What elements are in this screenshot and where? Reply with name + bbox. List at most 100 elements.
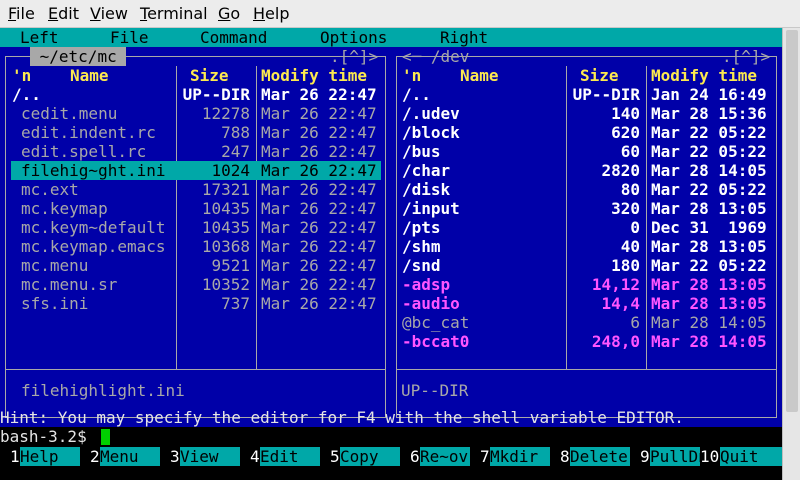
hint-line: Hint: You may specify the editor for F4 … [0, 408, 684, 427]
left-row[interactable]: edit.indent.rc 788 Mar 26 22:47 [0, 123, 390, 142]
right-panel-path[interactable]: <─ /dev [402, 47, 479, 66]
right-row[interactable]: -adsp 14,12 Mar 28 13:05 [390, 275, 780, 294]
left-row[interactable]: mc.menu.sr 10352 Mar 26 22:47 [0, 275, 390, 294]
left-row[interactable]: edit.spell.rc 247 Mar 26 22:47 [0, 142, 390, 161]
right-sort-indicator[interactable]: 'n [402, 66, 421, 85]
scrollbar-thumb[interactable] [786, 30, 798, 412]
left-row[interactable]: /.. UP--DIR Mar 26 22:47 [0, 85, 390, 104]
left-file-mtime: Mar 26 22:47 [261, 294, 377, 313]
mc-menu-right[interactable]: Right [440, 28, 488, 47]
right-row[interactable]: @bc_cat 6 Mar 28 14:05 [390, 313, 780, 332]
right-row[interactable]: /.. UP--DIR Jan 24 16:49 [390, 85, 780, 104]
menu-file[interactable]: File [8, 4, 35, 23]
right-panel[interactable]: <─ /dev .[^]> 'n Name Size Modify time /… [390, 47, 782, 427]
left-row[interactable]: mc.menu 9521 Mar 26 22:47 [0, 256, 390, 275]
left-row[interactable]: mc.keymap 10435 Mar 26 22:47 [0, 199, 390, 218]
left-file-size: 9521 [211, 256, 250, 275]
left-row[interactable]: mc.ext 17321 Mar 26 22:47 [0, 180, 390, 199]
right-file-size: 40 [620, 237, 640, 256]
left-row[interactable]: mc.keym~default 10435 Mar 26 22:47 [0, 218, 390, 237]
fkey-number: 3 [160, 447, 181, 466]
mc-menu-left[interactable]: Left [20, 28, 59, 47]
right-row[interactable]: /disk 80 Mar 22 05:22 [390, 180, 780, 199]
right-row[interactable]: /shm 40 Mar 28 13:05 [390, 237, 780, 256]
left-file-mtime: Mar 26 22:47 [261, 199, 377, 218]
left-file-mtime: Mar 26 22:47 [261, 85, 377, 104]
menu-go[interactable]: Go [218, 4, 240, 23]
right-row[interactable]: /block 620 Mar 22 05:22 [390, 123, 780, 142]
fkey-number: 6 [400, 447, 421, 466]
right-file-name: /bus [402, 142, 441, 161]
terminal-scrollbar[interactable] [782, 28, 800, 480]
left-file-name: /.. [12, 85, 41, 104]
left-header-mtime[interactable]: Modify time [261, 66, 367, 85]
right-file-mtime: Mar 28 13:05 [651, 237, 767, 256]
right-file-mtime: Mar 28 13:05 [651, 294, 767, 313]
right-file-mtime: Mar 22 05:22 [651, 123, 767, 142]
left-panel[interactable]: ~/etc/mc .[^]> 'n Name Size Modify time … [0, 47, 390, 427]
right-row[interactable]: /snd 180 Mar 22 05:22 [390, 256, 780, 275]
menubar: File Edit View Terminal Go Help [0, 0, 800, 28]
function-key-bar: 1 Help 2 Menu 3 View 4 Edit 5 Copy 6 Re~ov 7 Mkdir 8 De… [0, 447, 800, 466]
right-file-mtime: Mar 28 13:05 [651, 199, 767, 218]
right-file-size: 80 [620, 180, 640, 199]
mc-menu-command[interactable]: Command [200, 28, 267, 47]
left-panel-corner[interactable]: .[^]> [330, 47, 378, 66]
left-file-name: edit.indent.rc [21, 123, 156, 142]
menu-help[interactable]: Help [253, 4, 289, 23]
right-row[interactable]: /.udev 140 Mar 28 15:36 [390, 104, 780, 123]
left-file-name: filehig~ght.ini [21, 161, 166, 180]
menu-edit[interactable]: Edit [48, 4, 79, 23]
right-header-mtime[interactable]: Modify time [651, 66, 757, 85]
left-file-name: sfs.ini [21, 294, 89, 313]
left-file-mtime: Mar 26 22:47 [261, 218, 377, 237]
right-file-name: /disk [402, 180, 451, 199]
right-file-mtime: Mar 28 14:05 [651, 313, 767, 332]
right-file-size: 14,4 [601, 294, 640, 313]
right-row[interactable]: /bus 60 Mar 22 05:22 [390, 142, 780, 161]
left-row[interactable]: cedit.menu 12278 Mar 26 22:47 [0, 104, 390, 123]
left-panel-path[interactable]: ~/etc/mc [30, 47, 127, 66]
right-panel-divider [396, 369, 777, 370]
right-file-name: /char [402, 161, 451, 180]
mc-menu-options[interactable]: Options [320, 28, 387, 47]
left-row[interactable]: mc.keymap.emacs 10368 Mar 26 22:47 [0, 237, 390, 256]
menu-terminal[interactable]: Terminal [140, 4, 208, 23]
right-file-size: 140 [611, 104, 640, 123]
right-file-mtime: Mar 22 05:22 [651, 142, 767, 161]
right-file-name: /.. [402, 85, 431, 104]
right-row[interactable]: -audio 14,4 Mar 28 13:05 [390, 294, 780, 313]
fkey-number: 8 [550, 447, 571, 466]
right-file-name: -adsp [402, 275, 451, 294]
right-row[interactable]: /pts 0 Dec 31 1969 [390, 218, 780, 237]
right-panel-corner[interactable]: .[^]> [722, 47, 770, 66]
right-row[interactable]: /char 2820 Mar 28 14:05 [390, 161, 780, 180]
right-file-mtime: Dec 31 1969 [651, 218, 767, 237]
right-file-name: /block [402, 123, 460, 142]
left-header-size[interactable]: Size [190, 66, 229, 85]
left-row[interactable]: sfs.ini 737 Mar 26 22:47 [0, 294, 390, 313]
fkey-number: 1 [0, 447, 21, 466]
right-file-size: 0 [630, 218, 640, 237]
right-row[interactable]: -bccat0 248,0 Mar 28 14:05 [390, 332, 780, 351]
left-sort-indicator[interactable]: 'n [12, 66, 31, 85]
right-file-size: 248,0 [591, 332, 640, 351]
left-row[interactable]: filehig~ght.ini 1024 Mar 26 22:47 [0, 161, 390, 180]
right-file-name: /snd [402, 256, 441, 275]
left-header-name[interactable]: Name [70, 66, 109, 85]
fkey-number: 2 [80, 447, 101, 466]
right-row[interactable]: /input 320 Mar 28 13:05 [390, 199, 780, 218]
right-header-name[interactable]: Name [460, 66, 499, 85]
right-file-size: 180 [611, 256, 640, 275]
right-file-name: @bc_cat [402, 313, 470, 332]
right-file-mtime: Mar 28 15:36 [651, 104, 767, 123]
right-file-mtime: Mar 28 14:05 [651, 332, 767, 351]
shell-prompt[interactable]: bash-3.2$ [0, 427, 96, 446]
right-header-size[interactable]: Size [580, 66, 619, 85]
right-file-size: 14,12 [591, 275, 640, 294]
left-file-mtime: Mar 26 22:47 [261, 104, 377, 123]
mc-menu-file[interactable]: File [110, 28, 149, 47]
left-file-size: 10352 [201, 275, 250, 294]
menu-view[interactable]: View [90, 4, 128, 23]
terminal-area[interactable]: Left File Command Options Right ~/etc/mc… [0, 28, 800, 480]
